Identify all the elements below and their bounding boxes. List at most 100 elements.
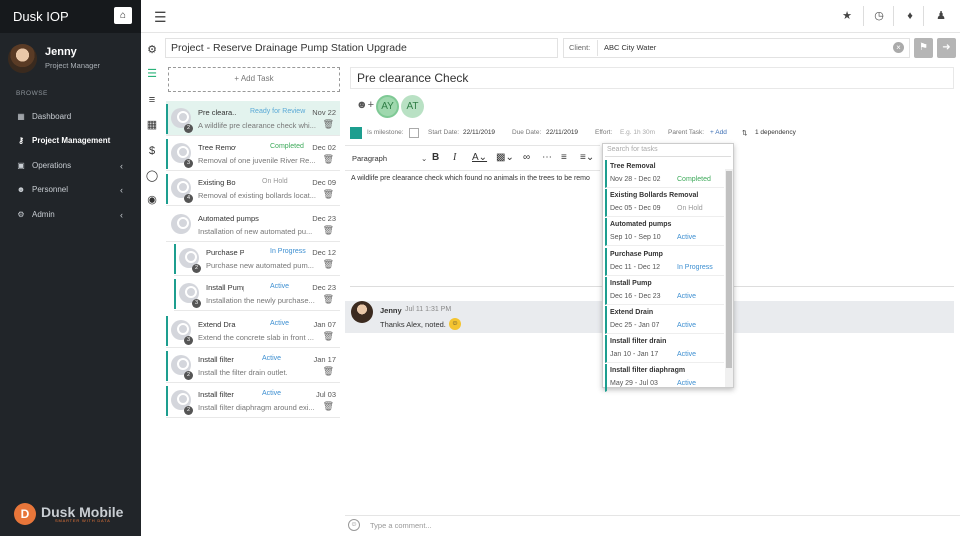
trash-icon[interactable]: 🗑: [323, 294, 334, 305]
assignee-avatar[interactable]: AT: [401, 95, 424, 118]
task-description-preview: Removal of one juvenile River Re...: [198, 156, 316, 165]
task-row[interactable]: 2 Install filter drain Active Jan 17 Install…: [166, 348, 340, 383]
milestone-checkbox[interactable]: [409, 128, 419, 138]
task-color-swatch[interactable]: [350, 127, 362, 139]
task-status: In Progress: [270, 248, 306, 255]
task-row[interactable]: 4 Existing Bollards ... On Hold Dec 09 Remov…: [166, 171, 340, 206]
dependency-option[interactable]: Install filter drain Jan 10 - Jan 17 Activ…: [605, 335, 724, 364]
link-icon[interactable]: ∞: [523, 152, 530, 163]
list-view-icon[interactable]: ≡: [141, 92, 163, 108]
dependency-search-input[interactable]: Search for tasks: [605, 146, 731, 157]
task-row[interactable]: 2 Install filter diaphr... Active Jul 03Ins…: [166, 383, 340, 418]
task-due-date: Dec 23: [312, 214, 336, 223]
dependency-option[interactable]: Install filter diaphragm May 29 - Jul 03 A…: [605, 364, 724, 393]
dependency-option[interactable]: Install Pump Dec 16 - Dec 23 Active: [605, 276, 724, 305]
trash-icon[interactable]: 🗑: [323, 401, 334, 412]
globe-icon[interactable]: ◉: [141, 192, 163, 208]
settings-gear-icon[interactable]: ⚙: [141, 42, 163, 58]
add-person-icon[interactable]: ☻+: [356, 99, 374, 111]
dollar-icon[interactable]: $: [141, 143, 163, 159]
due-date-value[interactable]: 22/11/2019: [546, 129, 578, 136]
highlight-color-icon[interactable]: ▩⌄: [496, 152, 514, 163]
task-row[interactable]: 3 Install Pump Active Dec 23 Installation th…: [174, 276, 340, 311]
paragraph-format-select[interactable]: Paragraph ⌄: [352, 154, 427, 163]
trash-icon[interactable]: 🗑: [323, 119, 334, 130]
clock-icon[interactable]: ◷: [873, 10, 885, 22]
task-name: Purchase Pump: [206, 248, 244, 257]
chevron-left-icon: ‹: [120, 161, 123, 171]
start-date-value[interactable]: 22/11/2019: [463, 129, 495, 136]
trash-icon[interactable]: 🗑: [323, 259, 334, 270]
bold-icon[interactable]: B: [432, 152, 439, 163]
trash-icon[interactable]: 🗑: [323, 331, 334, 342]
sidebar-item-operations[interactable]: ▣ Operations ‹: [0, 155, 141, 177]
font-color-icon[interactable]: A⌄: [472, 152, 487, 163]
task-row[interactable]: 3 Extend Drain Active Jan 07 Extend the conc…: [166, 313, 340, 348]
task-due-date: Dec 12: [312, 248, 336, 257]
dependency-option[interactable]: Existing Bollards Removal Dec 05 - Dec 09…: [605, 189, 724, 218]
align-icon[interactable]: ≡⌄: [580, 152, 594, 163]
star-icon[interactable]: ★: [841, 10, 853, 22]
dependency-option[interactable]: Tree Removal Nov 28 - Dec 02 Completed: [605, 160, 724, 188]
assignee-avatar[interactable]: AY: [376, 95, 399, 118]
sidebar-item-label: Personnel: [32, 185, 69, 194]
comment-avatar: [351, 301, 373, 323]
tag-icon[interactable]: ⚑: [914, 38, 933, 58]
sidebar-item-admin[interactable]: ⚙ Admin ‹: [0, 204, 141, 226]
clear-client-icon[interactable]: ×: [893, 42, 904, 53]
italic-icon[interactable]: I: [453, 152, 456, 163]
task-row[interactable]: 2 Pre cleara... Ready for Review Nov 22 A wi…: [166, 101, 340, 136]
sidebar-item-project-management[interactable]: ⚷ Project Management: [0, 130, 141, 152]
task-due-date: Jan 07: [313, 320, 336, 329]
task-list-icon[interactable]: ☰: [141, 66, 163, 82]
home-icon[interactable]: ⌂: [114, 7, 132, 24]
effort-input[interactable]: E.g. 1h 30m: [620, 129, 655, 136]
task-description-preview: Purchase new automated pum...: [206, 261, 314, 270]
task-name: Pre cleara...: [198, 108, 236, 117]
task-color-bar: [166, 351, 168, 381]
task-description[interactable]: A wildlife pre clearance check which fou…: [351, 175, 590, 182]
sidebar-item-dashboard[interactable]: ▦ Dashboard: [0, 106, 141, 128]
dependency-option[interactable]: Purchase Pump Dec 11 - Dec 12 In Progress: [605, 247, 724, 276]
due-date-label: Due Date:: [512, 129, 542, 136]
task-description-preview: Removal of existing bollards locat...: [198, 191, 316, 200]
task-row[interactable]: 2 Purchase Pump In Progress Dec 12 Purchase …: [174, 241, 340, 276]
task-row[interactable]: Automated pumps Dec 23 Installation of new…: [166, 207, 340, 242]
project-view-bar: [141, 33, 163, 536]
circle-icon[interactable]: ◯: [141, 168, 163, 184]
numbered-list-icon[interactable]: ≡: [561, 152, 567, 163]
task-row[interactable]: 3 Tree Removal Completed Dec 02 Removal of o…: [166, 136, 340, 171]
trash-icon[interactable]: 🗑: [323, 154, 334, 165]
hamburger-menu-icon[interactable]: ☰: [154, 9, 167, 26]
trash-icon[interactable]: 🗑: [323, 225, 334, 236]
add-task-button[interactable]: + Add Task: [168, 67, 340, 92]
trash-icon[interactable]: 🗑: [323, 366, 334, 377]
dependency-count[interactable]: 1 dependency: [755, 129, 796, 136]
emoji-picker-icon[interactable]: ☺: [348, 519, 360, 531]
task-name: Install filter diaphr...: [198, 390, 236, 399]
task-title-field[interactable]: Pre clearance Check: [350, 67, 954, 89]
dependency-option[interactable]: Automated pumps Sep 10 - Sep 10 Active: [605, 218, 724, 247]
task-color-bar: [166, 139, 168, 169]
dependency-option-name: Tree Removal: [610, 163, 656, 170]
comment-input[interactable]: Type a comment...: [370, 521, 432, 530]
bell-icon[interactable]: ♦: [904, 10, 916, 22]
task-description-preview: Installation of new automated pu...: [198, 227, 313, 236]
dependency-option-name: Extend Drain: [610, 309, 654, 316]
sidebar-item-personnel[interactable]: ☻ Personnel ‹: [0, 179, 141, 201]
sidebar-item-label: Dashboard: [32, 112, 72, 121]
subtask-count-badge: 2: [184, 371, 193, 380]
table-view-icon[interactable]: ▦: [141, 117, 163, 133]
add-parent-task-link[interactable]: + Add: [710, 129, 727, 136]
project-title-field[interactable]: Project - Reserve Drainage Pump Station …: [165, 38, 558, 58]
export-icon[interactable]: ➜: [937, 38, 956, 58]
dropdown-scrollbar-thumb[interactable]: [726, 171, 732, 368]
subtask-count-badge: 2: [184, 124, 193, 133]
bulleted-list-icon[interactable]: ⋯: [542, 152, 552, 163]
user-avatar[interactable]: [8, 44, 37, 73]
dependency-icon[interactable]: ⇅: [742, 129, 747, 137]
dependency-option[interactable]: Extend Drain Dec 25 - Jan 07 Active: [605, 306, 724, 334]
trash-icon[interactable]: 🗑: [323, 189, 334, 200]
sidebar-item-label: Admin: [32, 210, 55, 219]
user-icon[interactable]: ♟: [935, 10, 947, 22]
